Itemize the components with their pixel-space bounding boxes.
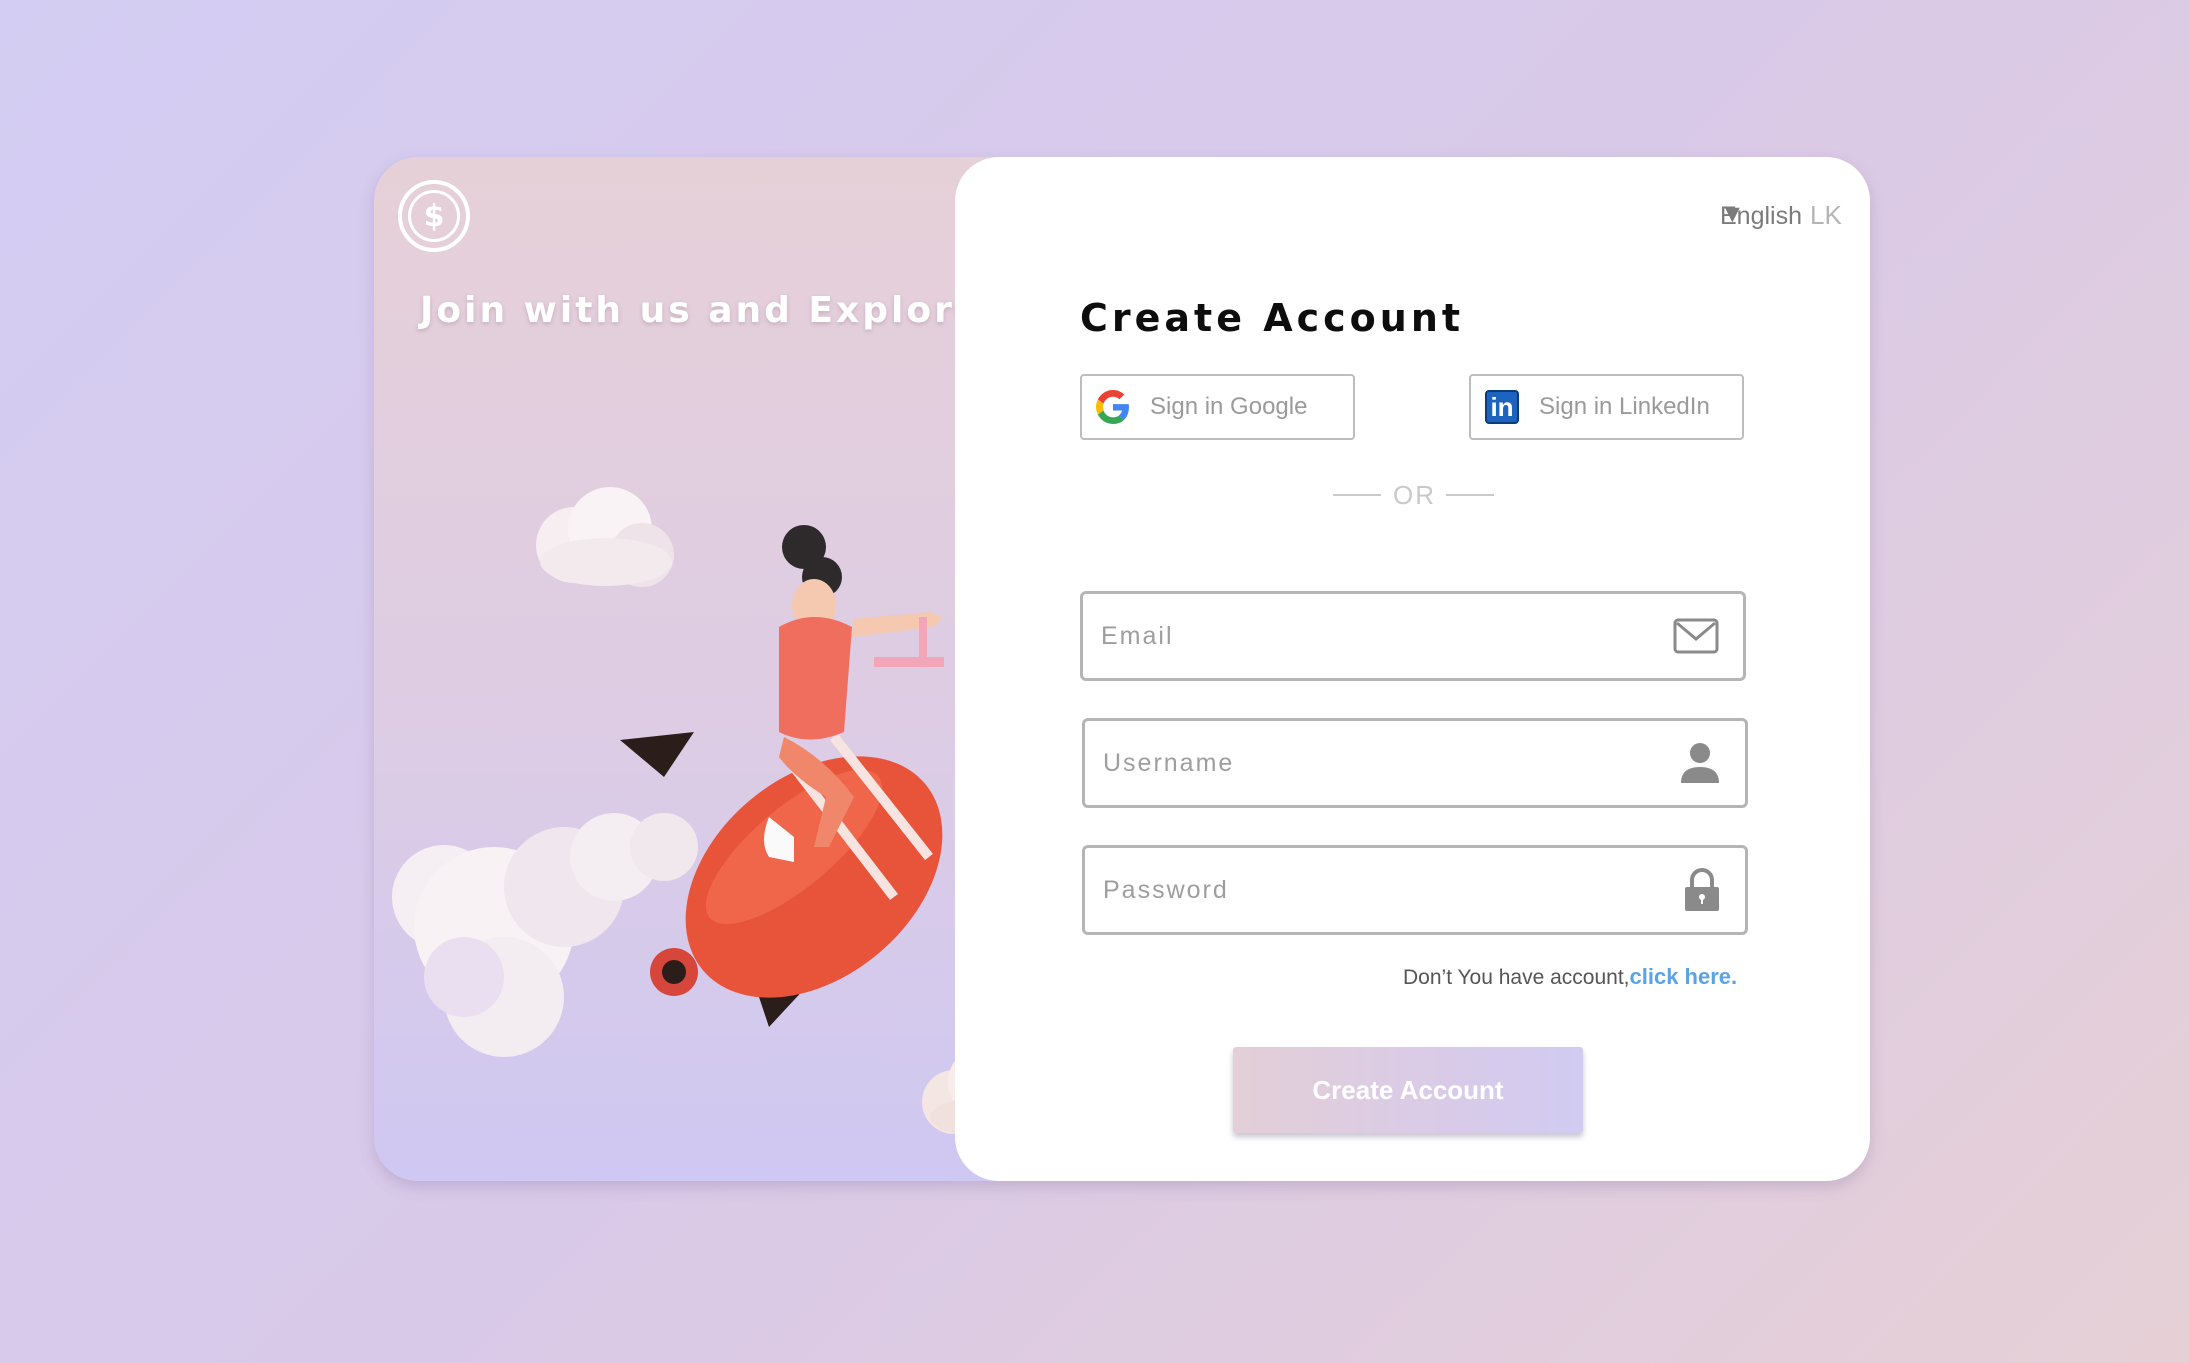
linkedin-signin-label: Sign in LinkedIn: [1539, 393, 1710, 420]
google-signin-label: Sign in Google: [1150, 393, 1308, 420]
divider-left: [1333, 494, 1381, 496]
username-field[interactable]: [1082, 718, 1748, 808]
linkedin-signin-button[interactable]: in Sign in LinkedIn: [1469, 374, 1744, 440]
mail-icon: [1673, 618, 1719, 654]
chevron-down-icon[interactable]: ▼: [1720, 200, 1745, 229]
username-input[interactable]: [1101, 747, 1645, 779]
email-input[interactable]: [1099, 620, 1643, 652]
page-title: Create Account: [1080, 296, 1465, 340]
google-icon: [1096, 390, 1129, 424]
create-account-button[interactable]: Create Account: [1233, 1047, 1583, 1133]
small-cloud-icon: [536, 487, 674, 587]
click-here-link[interactable]: click here.: [1630, 964, 1738, 989]
or-separator: OR: [1393, 480, 1436, 510]
user-icon: [1681, 743, 1719, 783]
linkedin-icon: in: [1485, 390, 1519, 424]
lock-icon: [1685, 868, 1719, 911]
signup-prompt-text: Don’t You have account,: [1403, 966, 1630, 989]
email-field[interactable]: [1080, 591, 1746, 681]
password-field[interactable]: [1082, 845, 1748, 935]
signup-prompt: Don’t You have account,click here.: [1403, 964, 1737, 990]
google-signin-button[interactable]: Sign in Google: [1080, 374, 1355, 440]
language-code: LK: [1810, 200, 1842, 230]
big-cloud-icon: [392, 813, 698, 1057]
divider-right: [1446, 494, 1494, 496]
password-input[interactable]: [1101, 874, 1645, 906]
